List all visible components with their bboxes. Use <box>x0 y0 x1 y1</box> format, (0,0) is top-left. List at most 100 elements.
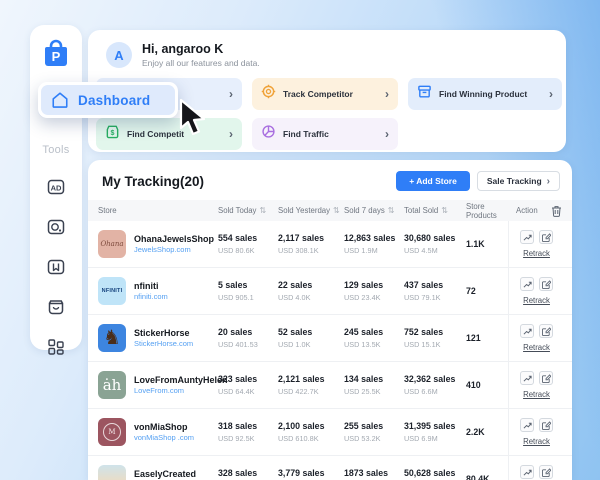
retrack-link[interactable]: Retrack <box>523 296 550 305</box>
edit-button[interactable] <box>539 324 553 338</box>
chart-button[interactable] <box>520 230 534 244</box>
sold-today-value: 328 sales <box>218 468 278 478</box>
edit-icon <box>542 468 551 477</box>
mouse-cursor-icon <box>176 98 210 143</box>
feature-card-find-traffic[interactable]: Find Traffic › <box>252 118 398 150</box>
total-sold-value: 437 sales <box>404 280 466 290</box>
sidebar: P Tools AD <box>30 25 82 350</box>
sold-today-value: 20 sales <box>218 327 278 337</box>
total-sold-usd: USD 6.6M <box>404 387 466 396</box>
sidebar-item-apps[interactable] <box>46 338 66 356</box>
col-sold-7-days[interactable]: Sold 7 days⇅ <box>344 206 404 215</box>
feature-card-track-competitor[interactable]: Track Competitor › <box>252 78 398 110</box>
sidebar-item-ad[interactable]: AD <box>46 178 66 196</box>
trending-up-icon <box>523 280 532 289</box>
edit-icon <box>542 233 551 242</box>
dashboard-popover[interactable]: Dashboard <box>38 82 178 118</box>
retrack-link[interactable]: Retrack <box>523 249 550 258</box>
retrack-link[interactable]: Retrack <box>523 390 550 399</box>
my-tracking-title: My Tracking(20) <box>102 174 396 189</box>
edit-icon <box>542 280 551 289</box>
feature-card-find-winning-product[interactable]: Find Winning Product › <box>408 78 562 110</box>
sold-7-days-value: 245 sales <box>344 327 404 337</box>
edit-button[interactable] <box>539 465 553 479</box>
chevron-right-icon: › <box>385 128 389 140</box>
sidebar-item-bookmark[interactable] <box>46 258 66 276</box>
store-products-value: 1.1K <box>466 239 508 249</box>
app-logo-bag-icon[interactable]: P <box>43 39 69 72</box>
table-header-row: Store Sold Today⇅ Sold Yesterday⇅ Sold 7… <box>88 200 572 221</box>
sold-yesterday-value: 3,779 sales <box>278 468 344 478</box>
retrack-link[interactable]: Retrack <box>523 437 550 446</box>
chart-button[interactable] <box>520 277 534 291</box>
col-store-products[interactable]: Store Products <box>466 202 508 220</box>
sold-7-days-usd: USD 23.4K <box>344 293 404 302</box>
total-sold-usd: USD 15.1K <box>404 340 466 349</box>
sale-tracking-button[interactable]: Sale Tracking › <box>477 171 560 191</box>
sold-yesterday-value: 2,117 sales <box>278 233 344 243</box>
trending-up-icon <box>523 327 532 336</box>
chart-button[interactable] <box>520 324 534 338</box>
store-name: OhanaJewelsShop <box>134 234 214 245</box>
chart-button[interactable] <box>520 465 534 479</box>
retrack-link[interactable]: Retrack <box>523 343 550 352</box>
edit-button[interactable] <box>539 230 553 244</box>
apps-icon <box>47 338 65 356</box>
sidebar-item-store[interactable] <box>46 298 66 316</box>
avatar[interactable]: A <box>106 42 132 68</box>
store-domain-link[interactable]: StickerHorse.com <box>134 339 193 348</box>
sort-icon: ⇅ <box>441 206 448 215</box>
sold-7-days-usd: USD 1.9M <box>344 246 404 255</box>
sold-today-usd: USD 80.6K <box>218 246 278 255</box>
sort-icon: ⇅ <box>388 206 395 215</box>
sold-yesterday-value: 2,121 sales <box>278 374 344 384</box>
store-domain-link[interactable]: LoveFrom.com <box>134 386 228 395</box>
bag-icon <box>47 298 65 316</box>
edit-button[interactable] <box>539 277 553 291</box>
chart-button[interactable] <box>520 371 534 385</box>
col-action: Action <box>508 200 564 221</box>
store-products-value: 410 <box>466 380 508 390</box>
col-store[interactable]: Store <box>98 206 218 215</box>
total-sold-value: 50,628 sales <box>404 468 466 478</box>
store-name: LoveFromAuntyHelen <box>134 375 228 386</box>
my-tracking-panel: My Tracking(20) + Add Store Sale Trackin… <box>88 160 572 480</box>
chevron-right-icon: › <box>229 128 233 140</box>
sold-yesterday-value: 22 sales <box>278 280 344 290</box>
trash-icon[interactable] <box>551 205 562 217</box>
sold-yesterday-value: 2,100 sales <box>278 421 344 431</box>
ad-icon: AD <box>47 178 65 196</box>
store-domain-link[interactable]: JewelsShop.com <box>134 245 214 254</box>
feature-card-find-competit[interactable]: $ Find Competit › <box>96 118 242 150</box>
sort-icon: ⇅ <box>259 206 266 215</box>
snapshot-icon <box>47 218 65 236</box>
sold-today-value: 318 sales <box>218 421 278 431</box>
trending-up-icon <box>523 374 532 383</box>
table-row: Ohana OhanaJewelsShop JewelsShop.com 554… <box>88 221 572 268</box>
col-sold-yesterday[interactable]: Sold Yesterday⇅ <box>278 206 344 215</box>
sold-today-value: 323 sales <box>218 374 278 384</box>
store-domain-link[interactable]: vonMiaShop .com <box>134 433 194 442</box>
col-total-sold[interactable]: Total Sold⇅ <box>404 206 466 215</box>
total-sold-value: 32,362 sales <box>404 374 466 384</box>
greeting-subtitle: Enjoy all our features and data. <box>142 58 260 68</box>
store-domain-link[interactable]: nfiniti.com <box>134 292 168 301</box>
svg-text:P: P <box>52 49 61 64</box>
sold-7-days-value: 129 sales <box>344 280 404 290</box>
add-store-button[interactable]: + Add Store <box>396 171 470 191</box>
sold-yesterday-usd: USD 610.8K <box>278 434 344 443</box>
sold-yesterday-usd: USD 1.0K <box>278 340 344 349</box>
sold-7-days-value: 255 sales <box>344 421 404 431</box>
table-row: ♞ StickerHorse StickerHorse.com 20 sales… <box>88 315 572 362</box>
store-logo <box>98 465 126 480</box>
col-sold-today[interactable]: Sold Today⇅ <box>218 206 278 215</box>
chart-button[interactable] <box>520 418 534 432</box>
sold-today-value: 554 sales <box>218 233 278 243</box>
edit-button[interactable] <box>539 418 553 432</box>
total-sold-usd: USD 79.1K <box>404 293 466 302</box>
store-name: EaselyCreated <box>134 469 202 480</box>
store-name: StickerHorse <box>134 328 193 339</box>
sold-7-days-usd: USD 53.2K <box>344 434 404 443</box>
edit-button[interactable] <box>539 371 553 385</box>
sidebar-item-snapshot[interactable] <box>46 218 66 236</box>
